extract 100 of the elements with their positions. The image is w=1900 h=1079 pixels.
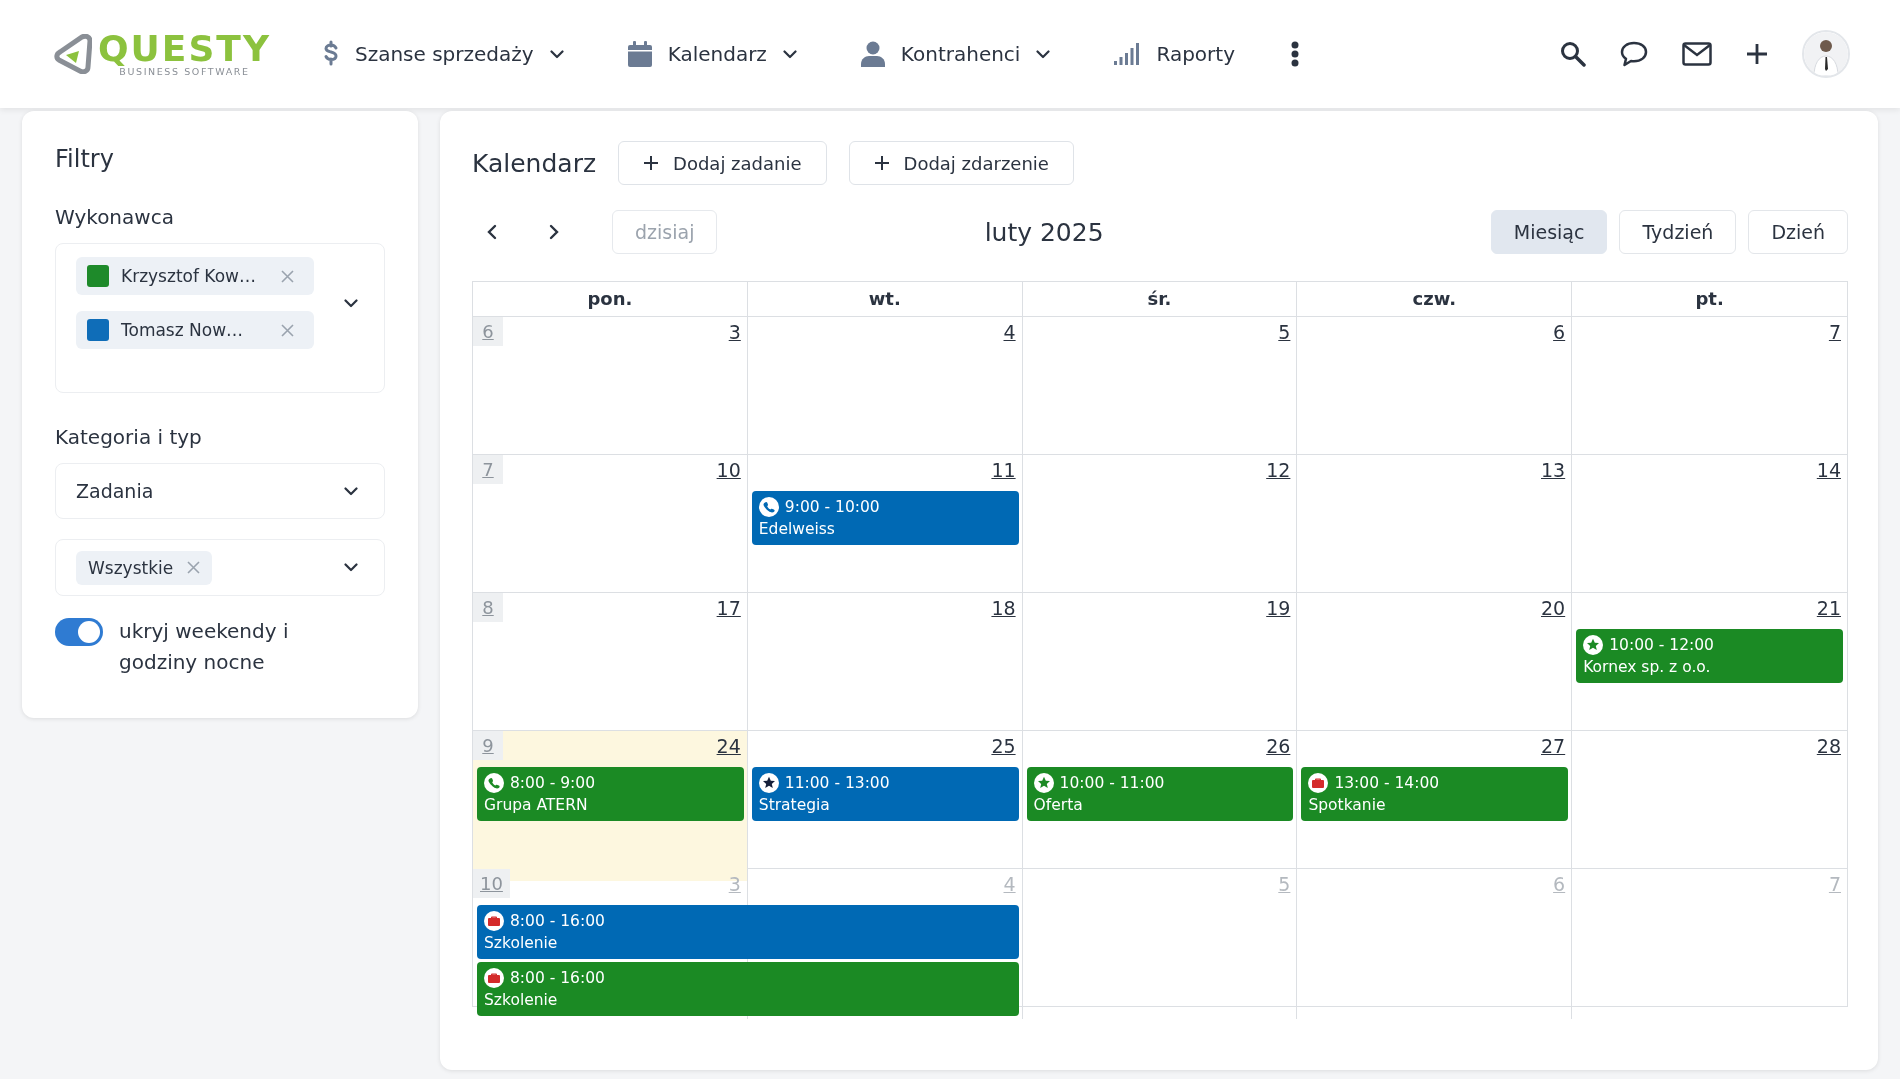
nav-menu-item[interactable]: Kalendarz — [627, 41, 797, 67]
event-time: 9:00 - 10:00 — [784, 498, 880, 516]
event-time: 10:00 - 12:00 — [1609, 636, 1714, 654]
chevron-left-icon — [487, 224, 497, 240]
logo-wordmark: QUESTY — [98, 31, 271, 66]
calendar-event[interactable]: 10:00 - 11:00 Oferta — [1026, 767, 1294, 821]
day-number[interactable]: 13 — [1541, 455, 1572, 481]
day-number[interactable]: 17 — [716, 593, 747, 619]
phone-icon — [484, 773, 504, 793]
event-title: Szkolenie — [484, 934, 559, 952]
event-time: 8:00 - 9:00 — [510, 774, 596, 792]
event-time: 10:00 - 11:00 — [1059, 774, 1165, 792]
calendar-event[interactable]: 11:00 - 13:00 Strategia — [751, 767, 1019, 821]
toggle-switch[interactable] — [55, 618, 103, 646]
add-icon[interactable] — [1746, 43, 1768, 65]
calendar-icon — [627, 41, 652, 67]
chip-label: Wszystkie — [88, 557, 174, 578]
event-title: Oferta — [1033, 796, 1084, 814]
day-number[interactable]: 14 — [1816, 455, 1847, 481]
event-time: 11:00 - 13:00 — [784, 774, 890, 792]
view-tab[interactable]: Miesiąc — [1490, 210, 1608, 254]
weekday-header: czw. — [1297, 282, 1573, 316]
logo-icon — [54, 34, 92, 74]
view-tab[interactable]: Dzień — [1748, 210, 1848, 254]
day-number[interactable]: 26 — [1266, 731, 1297, 757]
chevron-down-icon — [344, 486, 358, 496]
calendar-title: Kalendarz — [472, 148, 597, 178]
day-number[interactable]: 11 — [991, 455, 1022, 481]
nav-menu-item[interactable]: Kontrahenci — [860, 41, 1051, 67]
chevron-down-icon — [549, 49, 564, 59]
nav-menu-item[interactable]: Szanse sprzedaży — [323, 40, 564, 68]
view-tab[interactable]: Tydzień — [1619, 210, 1737, 254]
day-number[interactable]: 27 — [1541, 731, 1572, 757]
assignee-chip[interactable]: Krzysztof Kow… — [76, 257, 314, 295]
assignee-chip[interactable]: Tomasz Now… — [76, 311, 314, 349]
add-button[interactable]: Dodaj zadanie — [618, 141, 827, 185]
calendar-event[interactable]: 8:00 - 9:00 Grupa ATERN — [477, 767, 744, 821]
chevron-right-icon — [549, 224, 559, 240]
weekday-header: śr. — [1022, 282, 1298, 316]
weekday-header: wt. — [747, 282, 1023, 316]
chat-icon[interactable] — [1620, 41, 1648, 67]
day-number[interactable]: 7 — [1828, 317, 1847, 343]
calendar-event[interactable]: 9:00 - 10:00 Edelweiss — [751, 491, 1019, 545]
day-number[interactable]: 18 — [991, 593, 1022, 619]
field-label: Kategoria i typ — [55, 425, 203, 449]
event-time: 8:00 - 16:00 — [510, 912, 605, 930]
nav-menu-item[interactable]: Raporty — [1114, 42, 1235, 66]
event-title: Szkolenie — [484, 991, 559, 1009]
day-number[interactable]: 12 — [1266, 455, 1297, 481]
phone-icon — [758, 497, 779, 517]
category-select[interactable]: Zadania — [55, 463, 385, 519]
plus-icon — [873, 155, 890, 171]
signal-bars-icon — [1114, 43, 1141, 65]
day-number[interactable]: 25 — [991, 731, 1022, 757]
day-number[interactable]: 10 — [716, 455, 747, 481]
weekday-header: pon. — [473, 282, 748, 316]
day-number[interactable]: 28 — [1816, 731, 1847, 757]
briefcase-icon — [484, 911, 504, 931]
assignee-select[interactable]: Krzysztof Kow… Tomasz Now… — [55, 243, 385, 393]
person-icon — [860, 41, 885, 67]
chevron-down-icon — [344, 298, 358, 308]
chevron-down-icon — [344, 563, 358, 572]
day-number[interactable]: 24 — [716, 731, 747, 757]
type-select[interactable]: Wszystkie — [55, 539, 385, 596]
add-button[interactable]: Dodaj zdarzenie — [848, 141, 1074, 185]
weekday-header: pt. — [1694, 287, 1725, 311]
select-value: Zadania — [76, 480, 154, 502]
chip-label: Krzysztof Kow… — [121, 266, 257, 286]
calendar-event[interactable]: 13:00 - 14:00 Spotkanie — [1301, 767, 1569, 821]
briefcase-icon — [484, 968, 504, 988]
day-number[interactable]: 21 — [1816, 593, 1847, 619]
avatar[interactable] — [1802, 30, 1850, 78]
event-title: Grupa ATERN — [484, 796, 589, 814]
event-title: Edelweiss — [758, 520, 836, 538]
chevron-down-icon — [1036, 49, 1051, 59]
toggle-label: ukryj weekendy i godziny nocne — [119, 618, 290, 676]
more-menu-icon[interactable] — [1290, 41, 1299, 67]
mail-icon[interactable] — [1682, 42, 1712, 66]
briefcase-icon — [1308, 773, 1329, 793]
filters-heading: Filtry — [55, 145, 115, 173]
type-chip[interactable]: Wszystkie — [76, 550, 213, 585]
period-title: luty 2025 — [984, 217, 1104, 247]
event-title: Kornex sp. z o.o. — [1583, 658, 1712, 676]
chevron-down-icon — [782, 49, 797, 59]
day-number[interactable]: 20 — [1541, 593, 1572, 619]
day-number[interactable]: 4 — [1003, 317, 1022, 343]
calendar-event[interactable]: 8:00 - 16:00 Szkolenie — [477, 962, 1019, 1016]
chip-label: Tomasz Now… — [121, 320, 245, 340]
day-number[interactable]: 19 — [1266, 593, 1297, 619]
event-title: Strategia — [758, 796, 831, 814]
event-time: 13:00 - 14:00 — [1334, 774, 1440, 792]
dollar-icon — [323, 40, 339, 68]
calendar-event[interactable]: 10:00 - 12:00 Kornex sp. z o.o. — [1576, 629, 1843, 683]
search-icon[interactable] — [1560, 41, 1586, 67]
calendar-event[interactable]: 8:00 - 16:00 Szkolenie — [477, 905, 1019, 959]
event-title: Spotkanie — [1308, 796, 1387, 814]
day-number[interactable]: 3 — [728, 317, 747, 343]
day-number[interactable]: 6 — [1553, 317, 1572, 343]
day-number[interactable]: 5 — [1278, 317, 1297, 343]
logo-tagline: BUSINESS SOFTWARE — [119, 65, 250, 77]
